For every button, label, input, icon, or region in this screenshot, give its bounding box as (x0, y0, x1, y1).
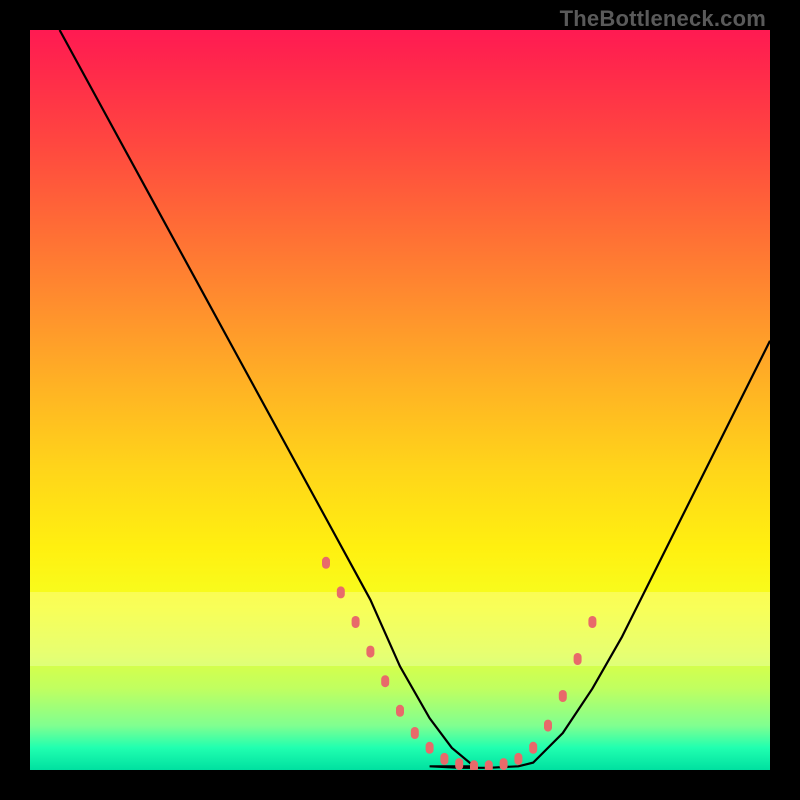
highlight-dot (337, 586, 345, 598)
highlight-dot (514, 753, 522, 765)
highlight-dot (500, 758, 508, 770)
highlight-dot (396, 705, 404, 717)
highlight-dot (588, 616, 596, 628)
highlight-dot (455, 758, 463, 770)
highlight-dot (411, 727, 419, 739)
highlight-dot (544, 720, 552, 732)
highlight-dot (440, 753, 448, 765)
highlight-dot (470, 760, 478, 770)
highlight-dot (366, 646, 374, 658)
highlight-dot (381, 675, 389, 687)
highlight-dot (529, 742, 537, 754)
highlight-dot (322, 557, 330, 569)
chart-svg (30, 30, 770, 770)
highlight-dot (485, 760, 493, 770)
stage: TheBottleneck.com (0, 0, 800, 800)
highlight-dot (559, 690, 567, 702)
highlight-dot (426, 742, 434, 754)
highlight-dot (574, 653, 582, 665)
bottleneck-curve (60, 30, 770, 768)
highlight-dot (352, 616, 360, 628)
plot-area (30, 30, 770, 770)
branding-source-label: TheBottleneck.com (560, 6, 766, 32)
